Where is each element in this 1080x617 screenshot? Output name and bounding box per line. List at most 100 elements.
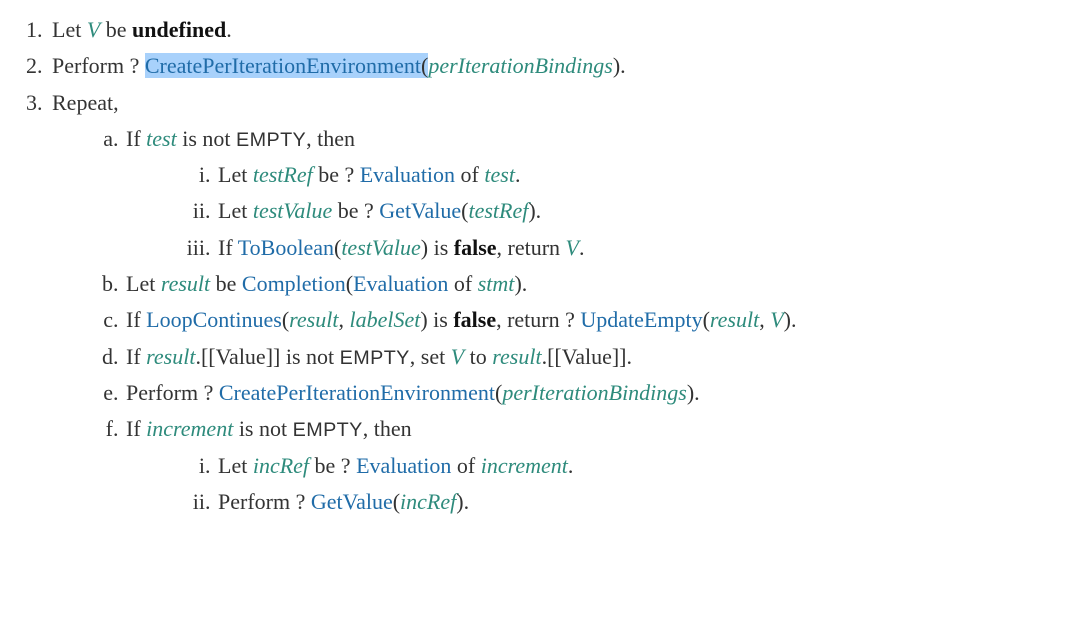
text: , then: [306, 126, 355, 151]
arg-V: V: [770, 307, 783, 332]
var-testValue: testValue: [253, 198, 332, 223]
step-3a-iii: If ToBoolean(testValue) is false, return…: [216, 230, 1060, 266]
substeps-3a: Let testRef be ? Evaluation of test. Let…: [126, 157, 1060, 266]
text: be: [210, 271, 242, 296]
op-create-per-iteration-env[interactable]: CreatePerIterationEnvironment: [219, 380, 495, 405]
false-keyword: false: [454, 235, 497, 260]
step-2: Perform ? CreatePerIterationEnvironment(…: [48, 48, 1060, 84]
arg-perIterationBindings: perIterationBindings: [428, 53, 613, 78]
dot: .: [226, 17, 232, 42]
op-evaluation[interactable]: Evaluation: [353, 271, 448, 296]
text: Repeat,: [52, 90, 119, 115]
undefined-keyword: undefined: [132, 17, 226, 42]
text: ) is: [421, 235, 454, 260]
text: Let: [218, 198, 253, 223]
step-3a-ii: Let testValue be ? GetValue(testRef).: [216, 193, 1060, 229]
arg-result: result: [289, 307, 338, 332]
var-result: result: [146, 344, 195, 369]
text: Let: [218, 162, 253, 187]
text: , return: [497, 235, 566, 260]
step-3f-i: Let incRef be ? Evaluation of increment.: [216, 448, 1060, 484]
text: .[[Value]] is not: [195, 344, 339, 369]
text: is not: [177, 126, 236, 151]
empty-const: EMPTY: [236, 129, 306, 151]
lparen: (: [393, 489, 400, 514]
var-test: test: [146, 126, 177, 151]
arg-testValue: testValue: [341, 235, 420, 260]
text: to: [464, 344, 492, 369]
var-result: result: [492, 344, 541, 369]
step-1: Let V be undefined.: [48, 12, 1060, 48]
text: of: [448, 271, 477, 296]
lparen: (: [703, 307, 710, 332]
substeps-3f: Let incRef be ? Evaluation of increment.…: [126, 448, 1060, 521]
text: Perform ?: [126, 380, 219, 405]
op-loopcontinues[interactable]: LoopContinues: [146, 307, 282, 332]
dot: .: [568, 453, 574, 478]
algorithm-steps: Let V be undefined. Perform ? CreatePerI…: [20, 12, 1060, 520]
var-increment: increment: [481, 453, 568, 478]
text: is not: [233, 416, 292, 441]
text: If: [126, 126, 146, 151]
lparen: (: [346, 271, 353, 296]
substeps-3: If test is not EMPTY, then Let testRef b…: [52, 121, 1060, 520]
text: of: [451, 453, 480, 478]
rparen: ).: [514, 271, 527, 296]
rparen: ).: [456, 489, 469, 514]
empty-const: EMPTY: [340, 347, 410, 369]
text: , then: [363, 416, 412, 441]
text: of: [455, 162, 484, 187]
comma: ,: [759, 307, 770, 332]
arg-incRef: incRef: [400, 489, 456, 514]
step-3b: Let result be Completion(Evaluation of s…: [124, 266, 1060, 302]
step-3d: If result.[[Value]] is not EMPTY, set V …: [124, 339, 1060, 375]
op-evaluation[interactable]: Evaluation: [360, 162, 455, 187]
text: Perform ?: [218, 489, 311, 514]
rparen: ).: [784, 307, 797, 332]
op-toboolean[interactable]: ToBoolean: [238, 235, 334, 260]
arg-labelSet: labelSet: [349, 307, 420, 332]
step-3e: Perform ? CreatePerIterationEnvironment(…: [124, 375, 1060, 411]
text: be ?: [309, 453, 356, 478]
var-result: result: [161, 271, 210, 296]
op-create-per-iteration-env[interactable]: CreatePerIterationEnvironment: [145, 53, 421, 78]
var-test: test: [484, 162, 515, 187]
var-V: V: [566, 235, 579, 260]
text: ) is: [420, 307, 453, 332]
empty-const: EMPTY: [293, 419, 363, 441]
op-completion[interactable]: Completion: [242, 271, 346, 296]
step-3f-ii: Perform ? GetValue(incRef).: [216, 484, 1060, 520]
text: Perform ?: [52, 53, 145, 78]
arg-result: result: [710, 307, 759, 332]
text: Let: [52, 17, 87, 42]
step-3f: If increment is not EMPTY, then Let incR…: [124, 411, 1060, 520]
op-getvalue[interactable]: GetValue: [311, 489, 393, 514]
rparen: ).: [613, 53, 626, 78]
dot: .: [515, 162, 521, 187]
var-stmt: stmt: [478, 271, 515, 296]
var-incRef: incRef: [253, 453, 309, 478]
arg-perIterationBindings: perIterationBindings: [502, 380, 687, 405]
text: Let: [126, 271, 161, 296]
step-3: Repeat, If test is not EMPTY, then Let t…: [48, 85, 1060, 521]
text: .[[Value]].: [542, 344, 632, 369]
text: If: [218, 235, 238, 260]
text: If: [126, 344, 146, 369]
text: , return ?: [496, 307, 580, 332]
text: Let: [218, 453, 253, 478]
var-increment: increment: [146, 416, 233, 441]
step-3c: If LoopContinues(result, labelSet) is fa…: [124, 302, 1060, 338]
op-evaluation[interactable]: Evaluation: [356, 453, 451, 478]
false-keyword: false: [453, 307, 496, 332]
op-getvalue[interactable]: GetValue: [379, 198, 461, 223]
text: If: [126, 416, 146, 441]
op-updateempty[interactable]: UpdateEmpty: [580, 307, 702, 332]
dot: .: [579, 235, 585, 260]
var-V: V: [451, 344, 464, 369]
rparen: ).: [687, 380, 700, 405]
text: be ?: [332, 198, 379, 223]
rparen: ).: [528, 198, 541, 223]
text: If: [126, 307, 146, 332]
text: be ?: [313, 162, 360, 187]
step-3a: If test is not EMPTY, then Let testRef b…: [124, 121, 1060, 266]
